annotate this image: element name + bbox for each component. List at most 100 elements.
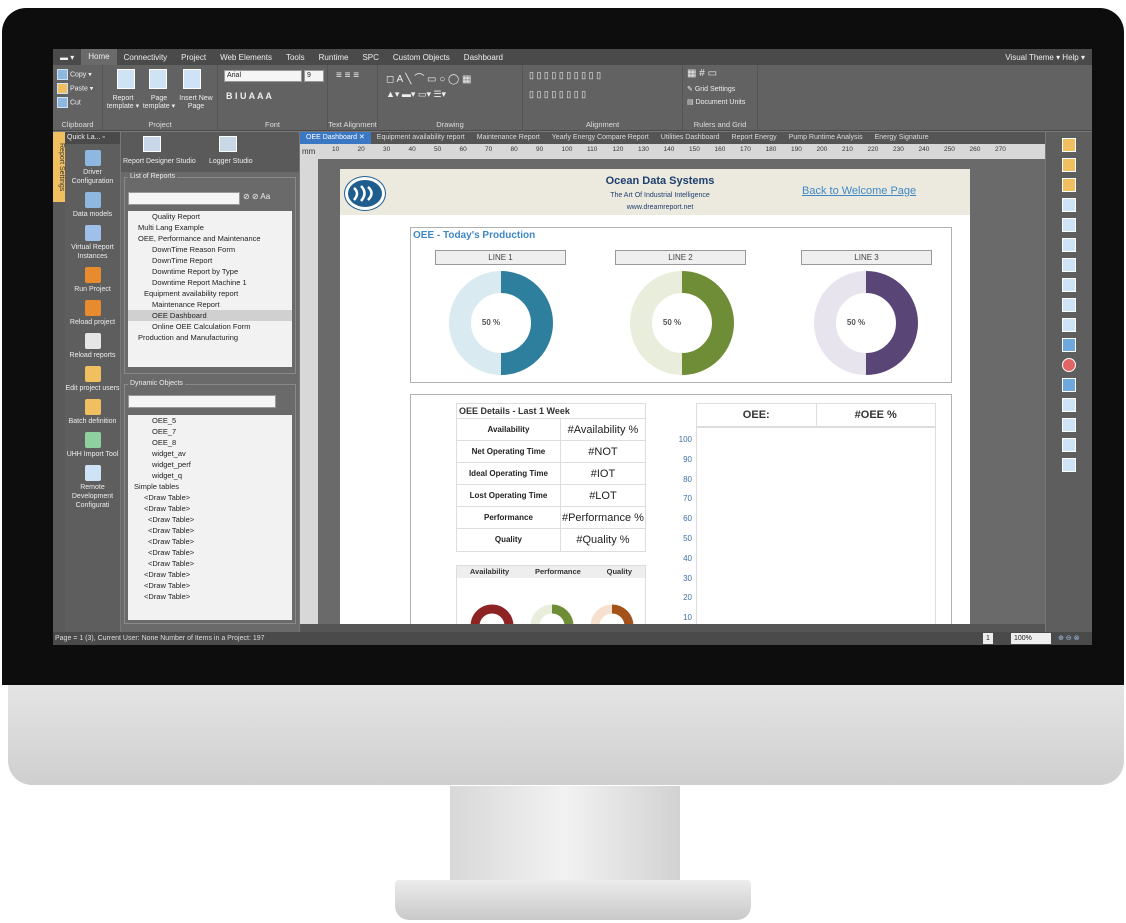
table-icon[interactable] <box>1062 278 1076 292</box>
tab-energy-signature[interactable]: Energy Signature <box>869 132 935 144</box>
report-search-input[interactable] <box>128 192 240 205</box>
page-number-field[interactable]: 1 <box>983 633 993 644</box>
bar-chart-icon[interactable] <box>1062 338 1076 352</box>
calendar-icon[interactable] <box>1062 398 1076 412</box>
driver-configuration-button[interactable]: Driver Configuration <box>65 150 120 186</box>
list-item[interactable]: Production and Manufacturing <box>128 332 292 343</box>
list-item[interactable]: <Draw Table> <box>128 492 292 503</box>
list-item[interactable]: widget_perf <box>128 459 292 470</box>
menu-tools[interactable]: Tools <box>279 53 312 62</box>
menu-runtime[interactable]: Runtime <box>312 53 356 62</box>
menu-spc[interactable]: SPC <box>355 53 385 62</box>
table-icon[interactable] <box>1062 298 1076 312</box>
list-item[interactable]: <Draw Table> <box>128 503 292 514</box>
reload-reports-button[interactable]: Reload reports <box>65 333 120 360</box>
line-tool-icon[interactable] <box>1062 458 1076 472</box>
list-item[interactable]: Downtime Report by Type <box>128 266 292 277</box>
menu-dashboard[interactable]: Dashboard <box>457 53 510 62</box>
report-filter-buttons[interactable]: ⊘ ⊘ Aa <box>243 192 270 201</box>
virtual-report-button[interactable]: Virtual Report Instances <box>65 225 120 261</box>
menu-home[interactable]: Home <box>81 49 117 65</box>
list-item[interactable]: OEE_7 <box>128 426 292 437</box>
copy-button[interactable]: Copy ▾ <box>57 69 92 80</box>
tab-pump-runtime[interactable]: Pump Runtime Analysis <box>783 132 869 144</box>
list-item[interactable]: DownTime Report <box>128 255 292 266</box>
table-icon[interactable] <box>1062 238 1076 252</box>
table-icon[interactable] <box>1062 198 1076 212</box>
page-template-button[interactable]: Page template ▾ <box>141 95 177 111</box>
edit-users-button[interactable]: Edit project users <box>65 366 120 393</box>
menu-web-elements[interactable]: Web Elements <box>213 53 279 62</box>
run-project-button[interactable]: Run Project <box>65 267 120 294</box>
font-family-select[interactable]: Arial <box>224 70 302 82</box>
list-item[interactable]: OEE, Performance and Maintenance <box>128 233 292 244</box>
grid-settings-button[interactable]: ✎ Grid Settings <box>687 85 735 93</box>
list-item[interactable]: OEE_5 <box>128 415 292 426</box>
list-item[interactable]: Quality Report <box>128 211 292 222</box>
menu-project[interactable]: Project <box>174 53 213 62</box>
list-item-selected[interactable]: OEE Dashboard <box>128 310 292 321</box>
numeric-text-icon[interactable] <box>1062 438 1076 452</box>
list-item[interactable]: DownTime Reason Form <box>128 244 292 255</box>
menu-custom-objects[interactable]: Custom Objects <box>386 53 457 62</box>
list-item[interactable]: <Draw Table> <box>128 558 292 569</box>
list-item[interactable]: Multi Lang Example <box>128 222 292 233</box>
align-buttons[interactable]: ≡ ≡ ≡ <box>336 70 359 81</box>
list-item[interactable]: <Draw Table> <box>128 591 292 602</box>
report-settings-tab[interactable]: Report Settings <box>53 132 65 202</box>
batch-definition-button[interactable]: Batch definition <box>65 399 120 426</box>
quick-access-icon[interactable]: ▬ ▾ <box>53 53 81 62</box>
tag-icon[interactable] <box>1062 158 1076 172</box>
list-chart-icon[interactable] <box>1062 378 1076 392</box>
number-icon[interactable] <box>1062 418 1076 432</box>
tab-report-energy[interactable]: Report Energy <box>726 132 783 144</box>
tab-maintenance-report[interactable]: Maintenance Report <box>471 132 546 144</box>
visual-theme-help-menu[interactable]: Visual Theme ▾ Help ▾ <box>998 53 1092 62</box>
table-icon[interactable] <box>1062 218 1076 232</box>
objects-search-input[interactable] <box>128 395 276 408</box>
fill-line-tools[interactable]: ▲▾ ▬▾ ▭▾ ☰▾ <box>386 89 446 100</box>
paste-button[interactable]: Paste ▾ <box>57 83 93 94</box>
list-item[interactable]: Maintenance Report <box>128 299 292 310</box>
tab-yearly-energy[interactable]: Yearly Energy Compare Report <box>546 132 655 144</box>
list-item[interactable]: <Draw Table> <box>128 536 292 547</box>
zoom-select[interactable]: 100% <box>1011 633 1051 644</box>
grid-icons[interactable]: ▦ # ▭ <box>687 68 717 79</box>
logger-studio-tab[interactable]: Logger Studio <box>209 158 253 165</box>
shape-tools[interactable]: ◻ A ╲ ⌒ ▭ ○ ◯ ▦ <box>386 70 471 85</box>
report-template-button[interactable]: Report template ▾ <box>105 95 141 111</box>
horizontal-scrollbar[interactable] <box>300 624 1045 632</box>
align-tools-row1[interactable]: ▯ ▯ ▯ ▯ ▯ ▯ ▯ ▯ ▯ ▯ <box>529 70 601 81</box>
list-item[interactable]: OEE_8 <box>128 437 292 448</box>
list-item[interactable]: <Draw Table> <box>128 547 292 558</box>
data-models-button[interactable]: Data models <box>65 192 120 219</box>
list-item[interactable]: Online OEE Calculation Form <box>128 321 292 332</box>
trend-icon[interactable] <box>1062 318 1076 332</box>
pie-chart-icon[interactable] <box>1062 358 1076 372</box>
font-style-buttons[interactable]: B I U A A A <box>226 91 272 101</box>
list-item[interactable]: widget_av <box>128 448 292 459</box>
list-item[interactable]: <Draw Table> <box>128 569 292 580</box>
list-item[interactable]: <Draw Table> <box>128 514 292 525</box>
remote-dev-button[interactable]: Remote Development Configurati <box>65 465 120 510</box>
uhh-import-button[interactable]: UHH Import Tool <box>65 432 120 459</box>
tab-equipment-availability[interactable]: Equipment availability report <box>371 132 471 144</box>
list-item[interactable]: Equipment availability report <box>128 288 292 299</box>
align-tools-row2[interactable]: ▯ ▯ ▯ ▯ ▯ ▯ ▯ ▯ <box>529 89 586 100</box>
list-item[interactable]: Downtime Report Machine 1 <box>128 277 292 288</box>
report-designer-tab[interactable]: Report Designer Studio <box>123 158 196 165</box>
cut-button[interactable]: Cut <box>57 97 81 108</box>
list-item[interactable]: <Draw Table> <box>128 525 292 536</box>
table-icon[interactable] <box>1062 258 1076 272</box>
insert-page-button[interactable]: Insert New Page <box>177 95 215 111</box>
tab-utilities-dashboard[interactable]: Utilities Dashboard <box>655 132 726 144</box>
list-item[interactable]: widget_q <box>128 470 292 481</box>
document-units-button[interactable]: ▤ Document Units <box>687 98 745 106</box>
reload-project-button[interactable]: Reload project <box>65 300 120 327</box>
zoom-icons[interactable]: ⊕ ⊖ ⊗ <box>1058 632 1080 645</box>
menu-connectivity[interactable]: Connectivity <box>117 53 175 62</box>
list-item[interactable]: <Draw Table> <box>128 580 292 591</box>
tab-oee-dashboard[interactable]: OEE Dashboard ✕ <box>300 132 371 144</box>
list-item[interactable]: Simple tables <box>128 481 292 492</box>
tag-icon[interactable] <box>1062 178 1076 192</box>
